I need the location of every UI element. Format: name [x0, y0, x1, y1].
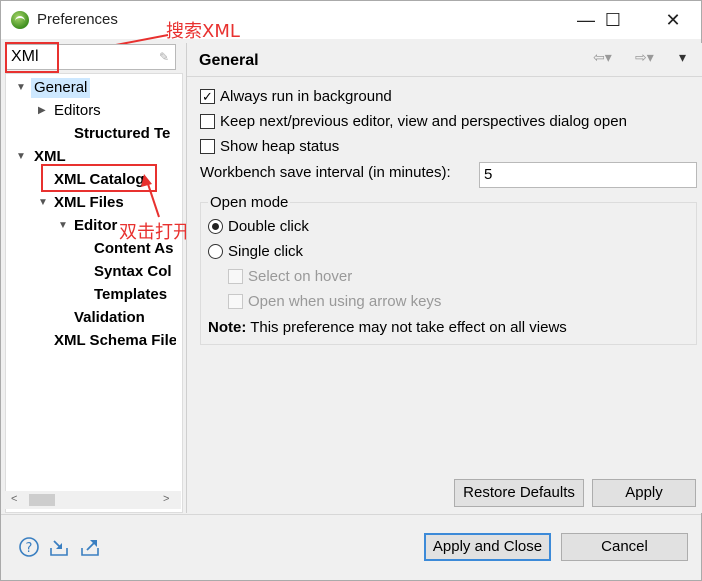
checkbox[interactable] [200, 139, 215, 154]
tree-horizontal-scrollbar[interactable]: < > [5, 491, 181, 509]
expand-twisty-icon[interactable]: ▼ [16, 147, 28, 167]
option-label: Select on hover [248, 268, 353, 285]
clear-filter-icon[interactable]: ✎ [159, 50, 171, 64]
checkbox [228, 269, 243, 284]
option-label: Keep next/previous editor, view and pers… [220, 113, 627, 130]
open-mode-group: Open mode Double click Single click Sele… [200, 194, 697, 345]
tree-item-structured-text[interactable]: Structured Te [74, 124, 170, 144]
scroll-right-icon[interactable]: > [163, 493, 169, 505]
maximize-button[interactable]: ☐ [593, 7, 633, 33]
search-annotation: 搜索XML [166, 21, 240, 42]
preferences-window: Preferences — ☐ ✕ 搜索XML XMl ✎ ▼ General … [0, 0, 702, 581]
annotation-box-filter [5, 42, 59, 73]
preference-tree: ▼ General ▶ Editors Structured Te ▼ XML … [5, 73, 183, 513]
checkbox[interactable] [200, 114, 215, 129]
tree-item-templates[interactable]: Templates [94, 285, 167, 305]
tree-viewport: ▼ General ▶ Editors Structured Te ▼ XML … [6, 74, 176, 494]
radio-label: Double click [228, 218, 309, 235]
back-arrow-icon[interactable]: ⇦▾ [593, 49, 612, 66]
tree-item-editors[interactable]: Editors [54, 101, 101, 121]
apply-button[interactable]: Apply [592, 479, 696, 507]
tree-item-general[interactable]: General [31, 78, 91, 98]
footer-separator [1, 514, 701, 515]
tree-item-xml-schema-files[interactable]: XML Schema File [54, 331, 176, 351]
preference-page: General ⇦▾ ⇨▾ ▾ ✓ Always run in backgrou… [186, 43, 702, 513]
tree-item-editor[interactable]: Editor [74, 216, 117, 236]
expand-twisty-icon[interactable]: ▼ [38, 193, 50, 213]
tree-item-validation[interactable]: Validation [74, 308, 145, 328]
open-mode-title: Open mode [208, 194, 291, 211]
scroll-left-icon[interactable]: < [11, 493, 17, 505]
scroll-thumb[interactable] [29, 494, 55, 506]
checkbox[interactable]: ✓ [200, 89, 215, 104]
note-text: This preference may not take effect on a… [246, 319, 567, 336]
svg-text:?: ? [26, 541, 33, 556]
tree-item-xml-files[interactable]: XML Files [54, 193, 124, 213]
annotation-arrow-open [141, 174, 160, 218]
view-menu-icon[interactable]: ▾ [679, 49, 686, 66]
restore-defaults-button[interactable]: Restore Defaults [454, 479, 584, 507]
import-icon[interactable] [48, 536, 70, 558]
open-annotation: 双击打开 [119, 222, 191, 243]
expand-twisty-icon[interactable]: ▼ [58, 216, 70, 236]
tree-item-syntax-coloring[interactable]: Syntax Col [94, 262, 172, 282]
export-icon[interactable] [79, 536, 101, 558]
option-label: Show heap status [220, 138, 340, 155]
expand-twisty-icon[interactable]: ▼ [16, 78, 28, 98]
preference-note: Note: This preference may not take effec… [208, 319, 567, 336]
radio-label: Single click [228, 243, 304, 260]
apply-and-close-button[interactable]: Apply and Close [424, 533, 551, 561]
option-label: Always run in background [220, 88, 392, 105]
page-header: General ⇦▾ ⇨▾ ▾ [187, 43, 702, 77]
radio-button[interactable] [208, 219, 223, 234]
save-interval-input[interactable]: 5 [479, 162, 697, 188]
radio-button[interactable] [208, 244, 223, 259]
collapse-twisty-icon[interactable]: ▶ [38, 101, 50, 121]
option-label: Open when using arrow keys [248, 293, 442, 310]
forward-arrow-icon[interactable]: ⇨▾ [635, 49, 654, 66]
window-title: Preferences [37, 11, 118, 28]
save-interval-label: Workbench save interval (in minutes): [200, 164, 451, 181]
eclipse-app-icon [11, 11, 29, 29]
cancel-button[interactable]: Cancel [561, 533, 688, 561]
close-button[interactable]: ✕ [653, 7, 693, 33]
note-bold: Note: [208, 319, 247, 336]
help-icon[interactable]: ? [18, 536, 40, 558]
page-title: General [199, 52, 259, 69]
checkbox [228, 294, 243, 309]
